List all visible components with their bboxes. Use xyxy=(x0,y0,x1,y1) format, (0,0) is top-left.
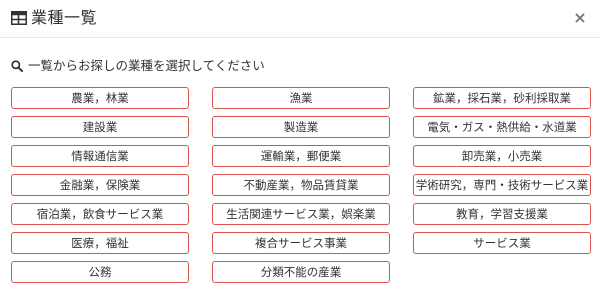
category-button[interactable]: 漁業 xyxy=(212,87,390,109)
category-button[interactable]: 宿泊業，飲食サービス業 xyxy=(11,203,189,225)
category-button[interactable]: 医療，福祉 xyxy=(11,232,189,254)
category-button[interactable]: 金融業，保険業 xyxy=(11,174,189,196)
category-button[interactable]: 公務 xyxy=(11,261,189,283)
category-button[interactable]: 学術研究，専門・技術サービス業 xyxy=(413,174,591,196)
category-button[interactable]: 複合サービス事業 xyxy=(212,232,390,254)
category-button[interactable]: 生活関連サービス業，娯楽業 xyxy=(212,203,390,225)
category-button[interactable]: 農業，林業 xyxy=(11,87,189,109)
instruction-text: 一覧からお探しの業種を選択してください xyxy=(28,58,265,73)
table-list-icon xyxy=(11,11,27,25)
category-button[interactable]: 分類不能の産業 xyxy=(212,261,390,283)
category-button[interactable]: 建設業 xyxy=(11,116,189,138)
category-button[interactable]: 不動産業，物品賃貸業 xyxy=(212,174,390,196)
modal-header: 業種一覧 × xyxy=(0,0,600,38)
category-button[interactable]: 鉱業，採石業，砂利採取業 xyxy=(413,87,591,109)
modal-title: 業種一覧 xyxy=(31,8,98,27)
category-button[interactable]: 教育，学習支援業 xyxy=(413,203,591,225)
category-button[interactable]: サービス業 xyxy=(413,232,591,254)
category-button[interactable]: 製造業 xyxy=(212,116,390,138)
category-button[interactable]: 電気・ガス・熱供給・水道業 xyxy=(413,116,591,138)
search-icon xyxy=(11,60,23,72)
category-grid: 農業，林業 漁業 鉱業，採石業，砂利採取業 建設業 製造業 電気・ガス・熱供給・… xyxy=(11,87,591,283)
close-button[interactable]: × xyxy=(572,8,588,28)
category-button[interactable]: 運輸業，郵便業 xyxy=(212,145,390,167)
category-button[interactable]: 情報通信業 xyxy=(11,145,189,167)
category-button[interactable]: 卸売業，小売業 xyxy=(413,145,591,167)
